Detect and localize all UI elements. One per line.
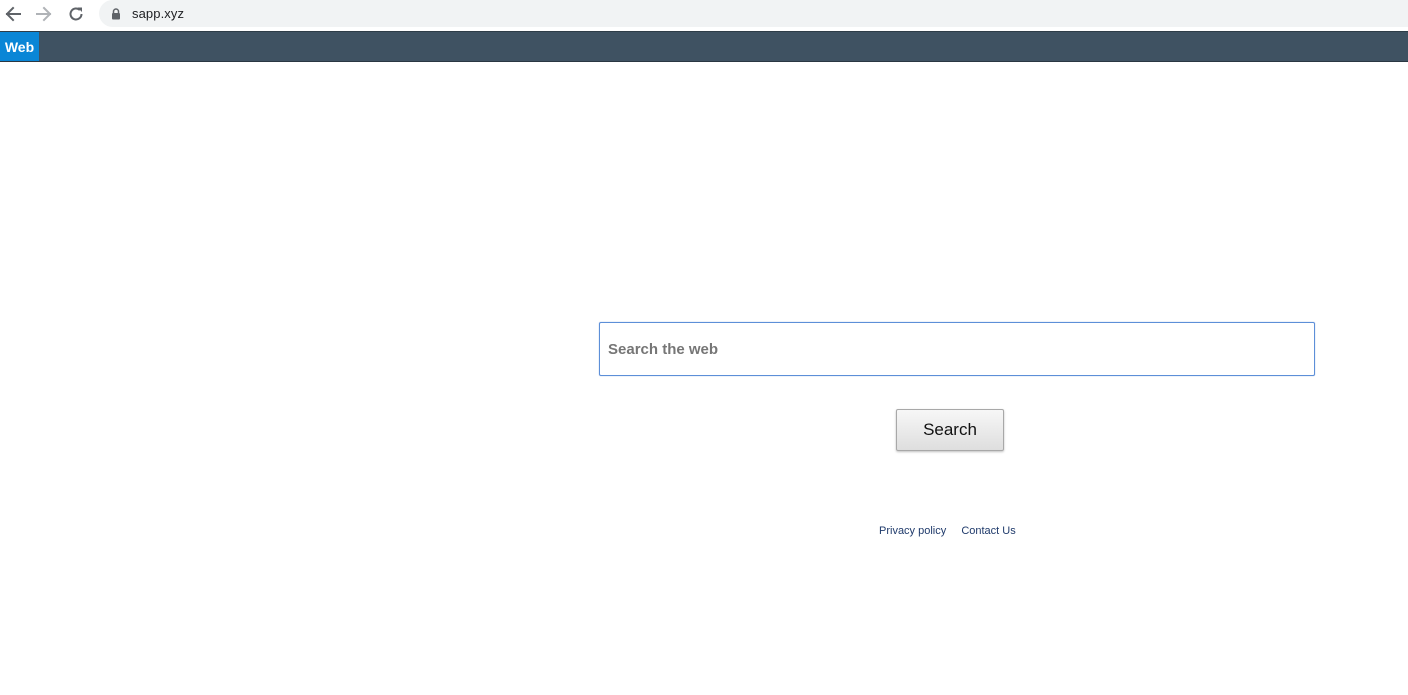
url-text: sapp.xyz: [132, 6, 185, 21]
search-input[interactable]: [599, 322, 1315, 376]
back-button[interactable]: [2, 3, 24, 25]
privacy-policy-link[interactable]: Privacy policy: [879, 525, 946, 537]
forward-button[interactable]: [33, 3, 55, 25]
browser-toolbar: sapp.xyz: [0, 0, 1408, 31]
contact-us-link[interactable]: Contact Us: [961, 525, 1015, 537]
arrow-right-icon: [36, 6, 52, 22]
site-nav-bar: Web: [0, 31, 1408, 62]
arrow-left-icon: [5, 6, 21, 22]
search-button[interactable]: Search: [896, 409, 1004, 451]
tab-web[interactable]: Web: [0, 32, 39, 61]
reload-icon: [68, 6, 84, 22]
address-bar[interactable]: sapp.xyz: [99, 0, 1408, 27]
reload-button[interactable]: [65, 3, 87, 25]
footer-links: Privacy policy Contact Us: [879, 525, 1016, 537]
lock-icon: [111, 7, 121, 20]
